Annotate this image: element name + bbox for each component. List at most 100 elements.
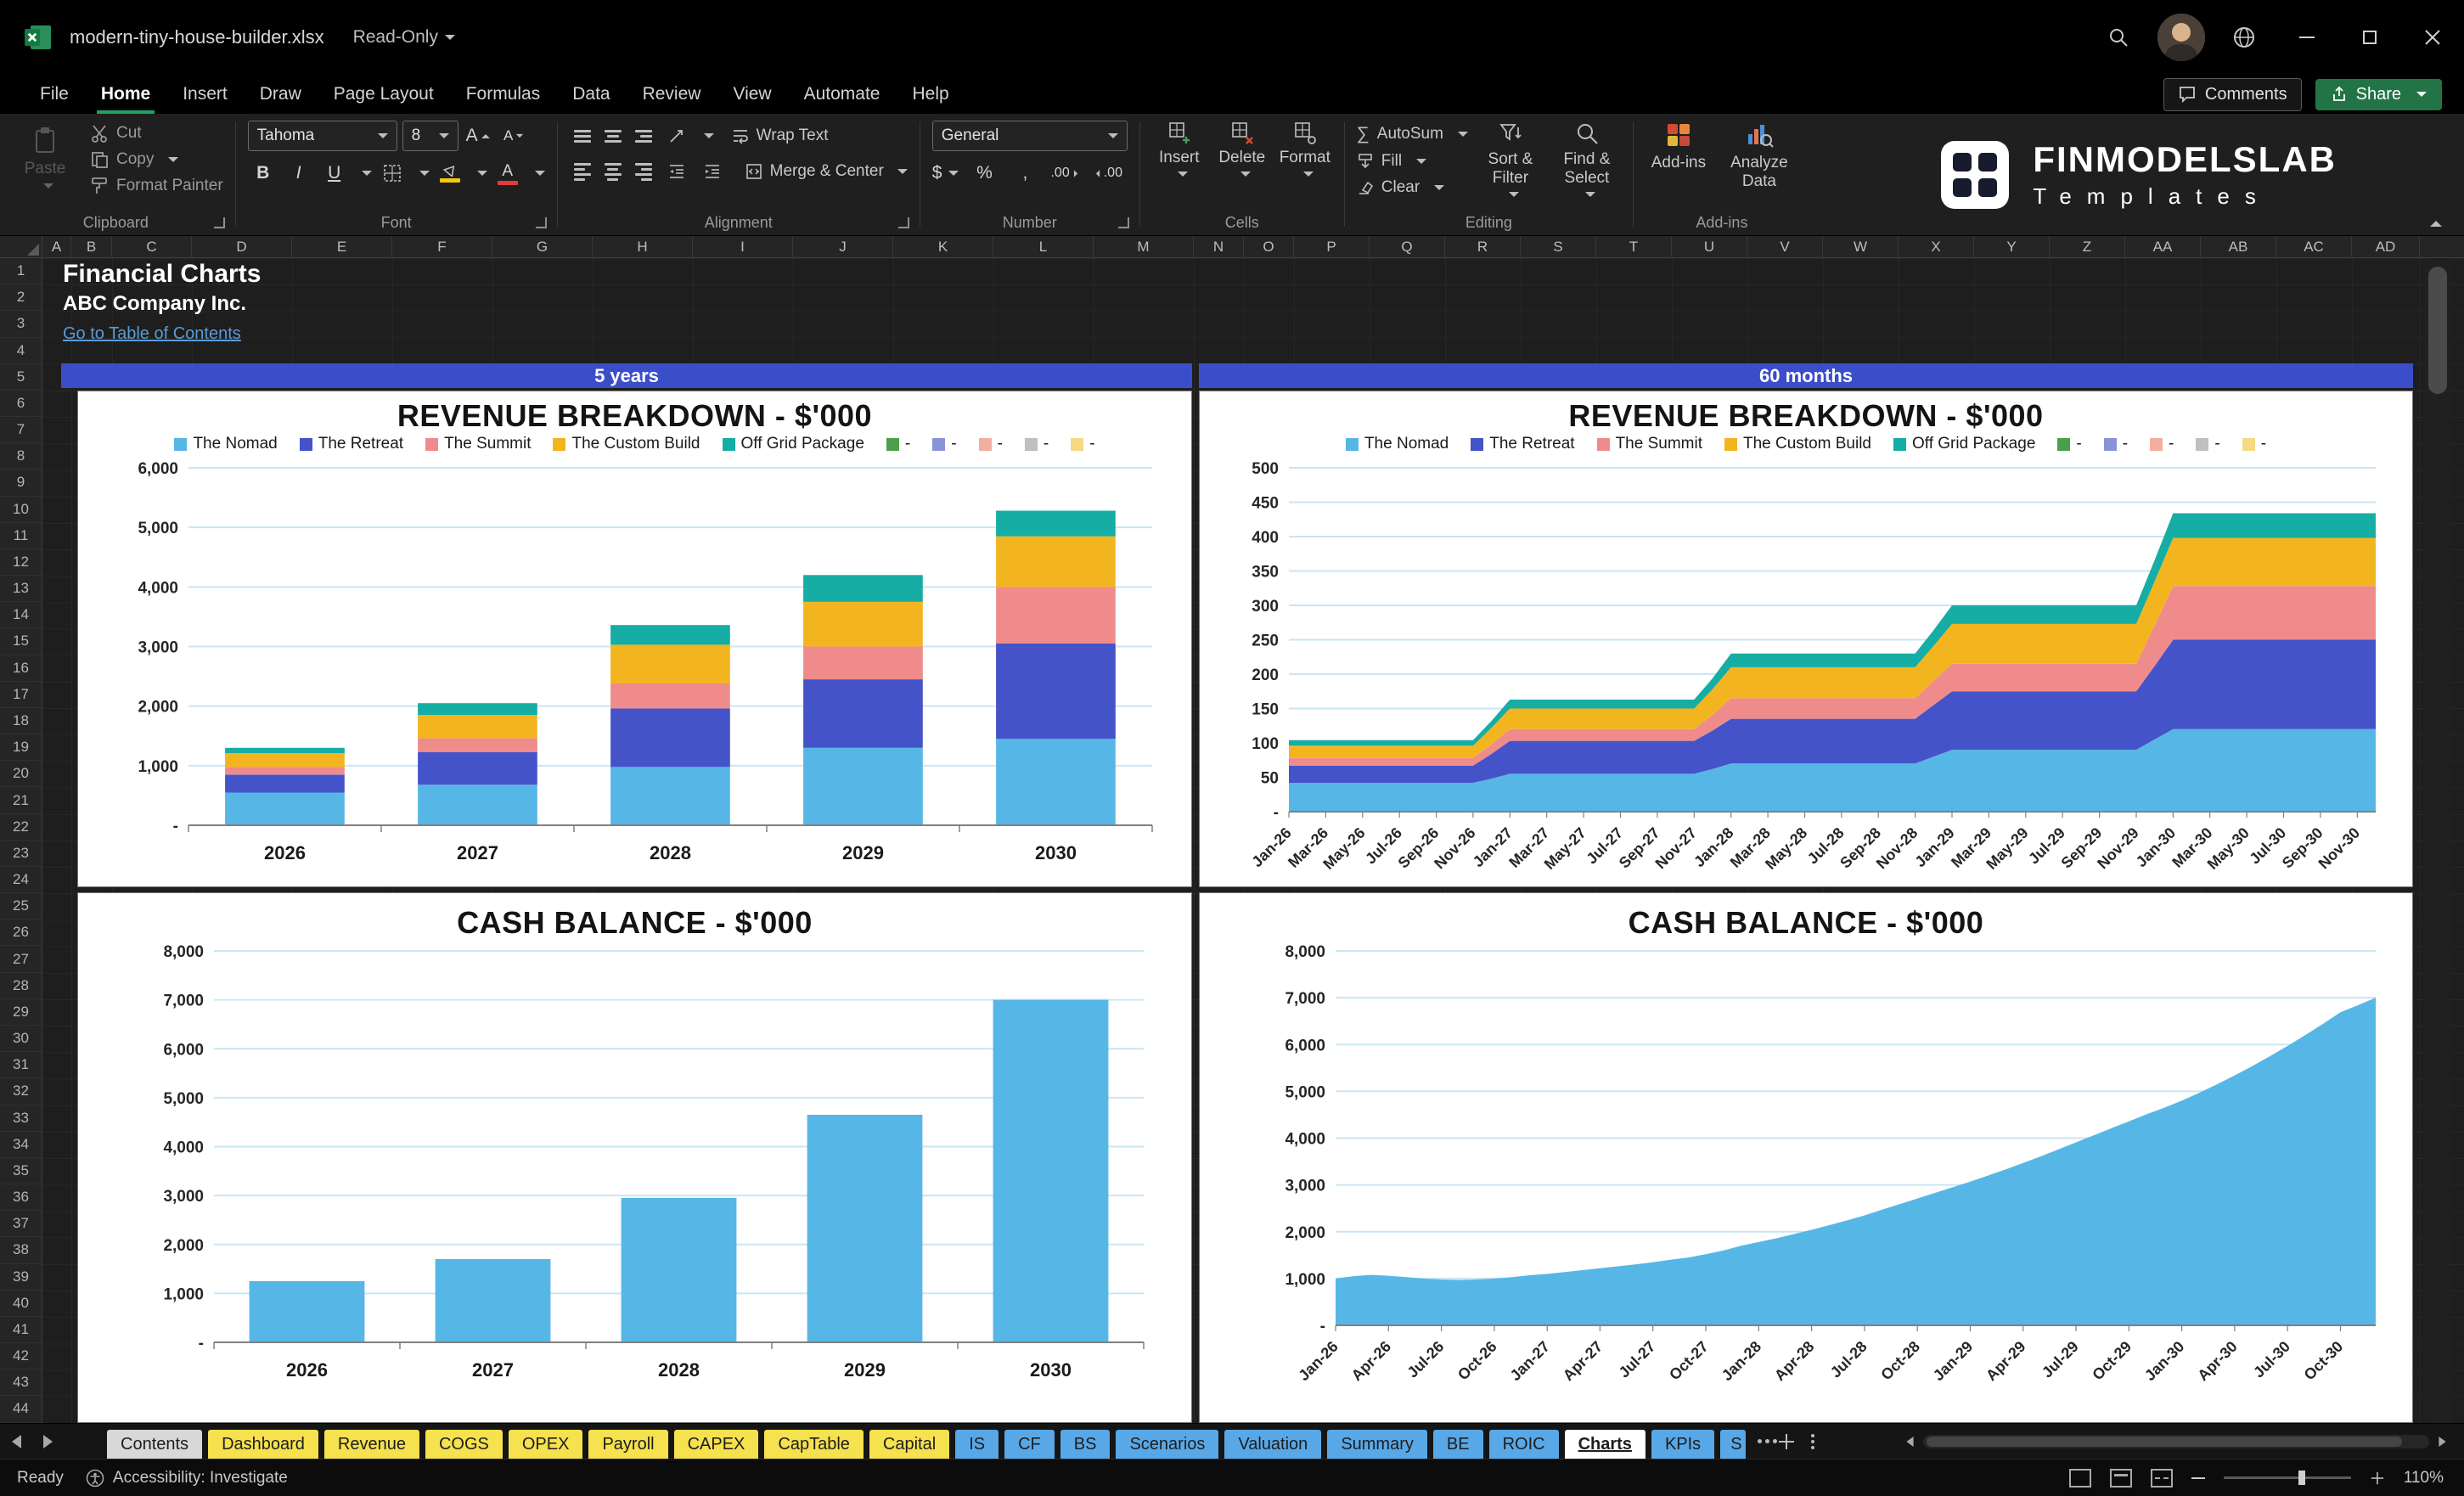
row-header-37[interactable]: 37 [0,1211,42,1238]
sheet-tab-dashboard[interactable]: Dashboard [208,1430,318,1459]
sheet-tab-roic[interactable]: ROIC [1488,1430,1559,1459]
normal-view-icon[interactable] [2068,1468,2091,1488]
underline-button[interactable]: U [319,158,350,188]
menu-item-formulas[interactable]: Formulas [450,75,557,114]
sheet-tab-summary[interactable]: Summary [1327,1430,1427,1459]
row-header-5[interactable]: 5 [0,364,42,391]
row-header-34[interactable]: 34 [0,1132,42,1158]
close-button[interactable] [2401,0,2464,75]
row-header-18[interactable]: 18 [0,708,42,735]
font-family-select[interactable]: Tahoma [247,121,397,151]
column-header-T[interactable]: T [1596,236,1672,258]
fill-color-button[interactable] [435,158,465,188]
column-header-D[interactable]: D [192,236,292,258]
select-all-button[interactable] [0,236,42,258]
menu-item-draw[interactable]: Draw [244,75,318,114]
decrease-font-button[interactable]: A [499,121,530,151]
all-sheets-button[interactable] [1758,1439,1763,1443]
minimize-button[interactable] [2276,0,2338,75]
font-color-button[interactable]: A [492,158,523,188]
next-sheet-button[interactable] [43,1434,53,1448]
menu-item-review[interactable]: Review [627,75,717,114]
sheet-tab-be[interactable]: BE [1432,1430,1483,1459]
sheet-tab-opex[interactable]: OPEX [508,1430,583,1459]
column-header-R[interactable]: R [1445,236,1521,258]
horizontal-scrollbar[interactable] [1923,1434,2429,1448]
number-format-select[interactable]: General [931,121,1128,151]
account-button[interactable] [2150,0,2213,75]
maximize-button[interactable] [2338,0,2401,75]
increase-decimal-button[interactable]: .00 [1050,158,1081,188]
align-middle-button[interactable] [600,126,626,147]
vertical-scrollbar-thumb[interactable] [2428,267,2447,394]
row-header-2[interactable]: 2 [0,284,42,312]
sheet-options-button[interactable] [1811,1433,1815,1437]
row-header-24[interactable]: 24 [0,867,42,894]
zoom-slider[interactable] [2223,1471,2351,1485]
row-header-30[interactable]: 30 [0,1026,42,1053]
row-header-28[interactable]: 28 [0,973,42,999]
copy-button[interactable]: Copy [90,150,223,169]
collapse-ribbon-button[interactable] [2430,221,2442,227]
row-header-25[interactable]: 25 [0,893,42,920]
align-top-button[interactable] [570,126,595,147]
autosum-button[interactable]: ∑ AutoSum [1357,124,1468,144]
analyze-data-button[interactable]: Analyze Data [1720,121,1798,191]
alignment-dialog-launcher-icon[interactable] [897,217,909,228]
row-header-17[interactable]: 17 [0,682,42,708]
row-header-13[interactable]: 13 [0,576,42,603]
clipboard-dialog-launcher-icon[interactable] [213,217,225,228]
zoom-slider-thumb[interactable] [2298,1471,2305,1485]
sheet-tab-capex[interactable]: CAPEX [673,1430,759,1459]
increase-font-button[interactable]: A [464,121,494,151]
previous-sheet-button[interactable] [12,1434,21,1448]
sheet-tab-capital[interactable]: Capital [869,1430,950,1459]
sheet-tab-bs[interactable]: BS [1060,1430,1111,1459]
merge-center-button[interactable]: Merge & Center [745,162,908,181]
column-header-X[interactable]: X [1899,236,1974,258]
comma-style-button[interactable]: , [1010,158,1040,188]
row-header-32[interactable]: 32 [0,1078,42,1105]
column-header-K[interactable]: K [893,236,993,258]
borders-button[interactable] [377,158,408,188]
sheet-tab-kpis[interactable]: KPIs [1651,1430,1715,1459]
column-header-B[interactable]: B [71,236,112,258]
sheet-tab-is[interactable]: IS [955,1430,999,1459]
column-header-H[interactable]: H [593,236,693,258]
row-header-8[interactable]: 8 [0,443,42,470]
menu-item-page-layout[interactable]: Page Layout [318,75,450,114]
horizontal-scrollbar-thumb[interactable] [1927,1436,2402,1447]
page-break-view-icon[interactable] [2150,1468,2173,1488]
menu-item-home[interactable]: Home [85,75,166,114]
comments-button[interactable]: Comments [2163,77,2302,111]
column-header-W[interactable]: W [1823,236,1899,258]
scroll-right-button[interactable] [2439,1436,2446,1447]
row-header-20[interactable]: 20 [0,761,42,788]
row-header-16[interactable]: 16 [0,655,42,682]
orientation-button[interactable] [661,121,692,151]
column-header-Y[interactable]: Y [1974,236,2050,258]
format-painter-button[interactable]: Format Painter [90,177,223,195]
row-header-12[interactable]: 12 [0,549,42,576]
sheet-tab-scenarios[interactable]: Scenarios [1116,1430,1219,1459]
row-header-40[interactable]: 40 [0,1291,42,1317]
menu-item-help[interactable]: Help [896,75,965,114]
row-header-38[interactable]: 38 [0,1237,42,1264]
column-header-M[interactable]: M [1094,236,1194,258]
column-header-AD[interactable]: AD [2352,236,2420,258]
column-header-N[interactable]: N [1194,236,1244,258]
menu-item-data[interactable]: Data [556,75,626,114]
cut-button[interactable]: Cut [90,124,223,143]
wrap-text-button[interactable]: Wrap Text [731,127,829,145]
row-header-21[interactable]: 21 [0,787,42,814]
column-header-U[interactable]: U [1672,236,1747,258]
new-sheet-button[interactable] [1779,1433,1795,1449]
sheet-tab-revenue[interactable]: Revenue [323,1430,419,1459]
row-header-31[interactable]: 31 [0,1052,42,1079]
column-header-O[interactable]: O [1244,236,1294,258]
italic-button[interactable]: I [284,158,314,188]
column-header-AB[interactable]: AB [2201,236,2276,258]
sheet-tab-cf[interactable]: CF [1004,1430,1055,1459]
insert-cells-button[interactable]: Insert [1152,121,1207,177]
number-dialog-launcher-icon[interactable] [1117,217,1129,228]
